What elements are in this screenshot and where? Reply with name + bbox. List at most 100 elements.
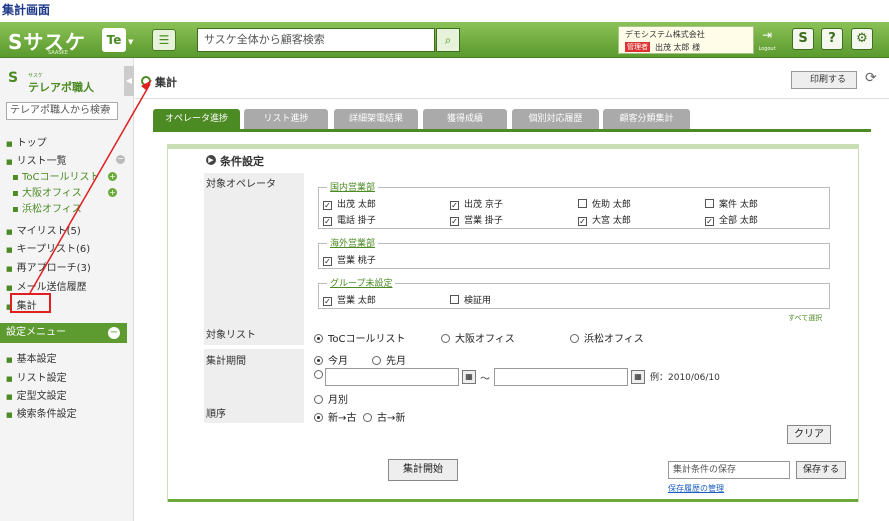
operator-checkbox[interactable]: ✓ 営業 太郎 — [323, 293, 376, 306]
help-icon[interactable]: ? — [821, 28, 843, 50]
highlight-annotation — [10, 293, 51, 313]
sidebar-logo-title: テレアポ職人 — [28, 81, 94, 94]
page-title: 集計 — [155, 76, 177, 89]
conditions-title: 条件設定 — [220, 155, 264, 168]
sidebar-item-basic-settings[interactable]: ■ 基本設定 — [6, 350, 57, 365]
s-icon[interactable]: S — [792, 28, 814, 50]
panel-bottom-border — [168, 499, 858, 502]
company-name: デモシステム株式会社 — [625, 30, 705, 39]
sidebar-item-template-settings[interactable]: ■ 定型文設定 — [6, 387, 67, 402]
sidebar-search-input[interactable]: テレアポ職人から検索 — [6, 102, 118, 120]
sidebar-item-keep-list[interactable]: ■ キープリスト(6) — [6, 240, 90, 255]
operator-checkbox[interactable]: 案件 太郎 — [705, 197, 758, 210]
sidebar-item-list-index[interactable]: ■ リスト一覧 — [6, 152, 67, 167]
operator-checkbox[interactable]: ✓ 営業 桃子 — [323, 253, 376, 266]
sidebar-logo-sub: サスケ — [28, 73, 43, 79]
add-icon[interactable]: + — [108, 172, 117, 181]
calendar-icon[interactable]: ▦ — [631, 370, 645, 384]
search-icon[interactable]: ⌕ — [106, 104, 111, 114]
clear-button[interactable]: クリア — [787, 425, 831, 444]
user-name: 出茂 太郎 様 — [655, 43, 701, 52]
sidebar-item-toc-call-list[interactable]: ▪ ToCコールリスト — [12, 168, 99, 183]
date-example: 例：2010/06/10 — [650, 373, 720, 383]
order-radio[interactable]: 古→新 — [363, 409, 405, 424]
save-history-link[interactable]: 保存履歴の管理 — [668, 483, 724, 494]
operator-checkbox[interactable]: 検証用 — [450, 293, 491, 306]
operator-checkbox[interactable]: ✓ 出茂 太郎 — [323, 197, 376, 210]
sidebar-item-top[interactable]: ■ トップ — [6, 134, 47, 149]
sidebar-collapse-button[interactable]: ◀ — [124, 66, 134, 96]
operator-checkbox[interactable]: ✓ 大宮 太郎 — [578, 213, 631, 226]
sidebar-item-mail-history[interactable]: ■ メール送信履歴 — [6, 278, 87, 293]
operator-label: 対象オペレータ — [204, 173, 304, 327]
start-aggregation-button[interactable]: 集計開始 — [388, 459, 458, 481]
operator-checkbox[interactable]: ✓ 全部 太郎 — [705, 213, 758, 226]
sidebar-item-reapproach[interactable]: ■ 再アプローチ(3) — [6, 259, 91, 274]
app-logo[interactable]: Sサスケ — [8, 26, 86, 55]
operator-group: 国内営業部 ✓ 出茂 太郎 ✓ 出茂 京子 佐助 太郎 案件 太郎 ✓ 電話 掛子 ✓… — [318, 180, 830, 229]
range-tilde: ～ — [480, 374, 490, 385]
end-date-input[interactable] — [494, 368, 628, 386]
logout-label[interactable]: Logout — [754, 46, 780, 52]
select-all-link[interactable]: すべて選択 — [788, 313, 822, 323]
collapse-icon[interactable]: − — [108, 327, 120, 339]
global-search-input[interactable]: サスケ全体から顧客検索 — [197, 28, 435, 52]
list-radio[interactable]: 浜松オフィス — [570, 330, 644, 345]
user-info-box: デモシステム株式会社 管理者 出茂 太郎 様 — [618, 26, 754, 54]
add-icon[interactable]: + — [108, 188, 117, 197]
role-badge: 管理者 — [625, 42, 650, 52]
main-content: 集計 印刷する ⟳ オペレータ進捗 リスト進捗 詳細架電結果 獲得成績 個別対応… — [135, 58, 889, 521]
print-button[interactable]: 印刷する — [791, 71, 857, 89]
top-bar: Sサスケ SAASKE Te ▼ ☰ サスケ全体から顧客検索 ⌕ デモシステム株… — [0, 22, 889, 58]
sidebar: S サスケ テレアポ職人 ◀ テレアポ職人から検索 ⌕ ■ トップ ■ リスト一覧 … — [0, 58, 134, 521]
sidebar-item-search-settings[interactable]: ■ 検索条件設定 — [6, 405, 77, 420]
sidebar-item-my-list[interactable]: ■ マイリスト(5) — [6, 222, 81, 237]
order-label: 順序 — [204, 407, 304, 423]
operator-checkbox[interactable]: 佐助 太郎 — [578, 197, 631, 210]
tab-list-progress[interactable]: リスト進捗 — [244, 109, 328, 129]
calendar-icon[interactable]: ▦ — [462, 370, 476, 384]
tab-call-details[interactable]: 詳細架電結果 — [334, 109, 418, 129]
operator-group: 海外営業部 ✓ 営業 桃子 — [318, 236, 830, 269]
chevron-down-icon[interactable]: ▼ — [128, 38, 133, 46]
tab-customer-class[interactable]: 顧客分類集計 — [603, 109, 690, 129]
app-logo-sub: SAASKE — [48, 50, 68, 56]
settings-icon[interactable]: ⚙ — [851, 28, 873, 50]
search-icon[interactable]: ⌕ — [436, 28, 460, 52]
list-radio[interactable]: ToCコールリスト — [314, 330, 406, 345]
teleapo-logo-icon: S — [8, 70, 19, 86]
target-list-label: 対象リスト — [204, 327, 304, 345]
group-title[interactable]: 国内営業部 — [327, 180, 379, 193]
panel-top-border — [168, 145, 858, 149]
tab-individual-history[interactable]: 個別対応履歴 — [512, 109, 599, 129]
refresh-icon[interactable]: ⟳ — [865, 70, 877, 86]
period-radio[interactable]: 月別 — [314, 391, 348, 406]
order-radio[interactable]: 新→古 — [314, 409, 356, 424]
te-app-button[interactable]: Te — [102, 28, 126, 52]
period-radio[interactable]: 今月 — [314, 352, 348, 367]
collapse-icon[interactable]: − — [116, 155, 125, 164]
tab-acquisition[interactable]: 獲得成績 — [423, 109, 507, 129]
operator-group: グループ未設定 ✓ 営業 太郎 検証用 — [318, 276, 830, 309]
group-title[interactable]: 海外営業部 — [327, 236, 379, 249]
operator-checkbox[interactable]: ✓ 営業 掛子 — [450, 213, 503, 226]
sidebar-item-hamamatsu-office[interactable]: ▪ 浜松オフィス — [12, 200, 82, 215]
tab-underline — [153, 129, 871, 132]
sidebar-item-osaka-office[interactable]: ▪ 大阪オフィス — [12, 184, 82, 199]
operator-checkbox[interactable]: ✓ 出茂 京子 — [450, 197, 503, 210]
period-label: 集計期間 — [204, 349, 304, 409]
operator-checkbox[interactable]: ✓ 電話 掛子 — [323, 213, 376, 226]
arrow-right-icon: ▶ — [206, 155, 216, 165]
sidebar-item-list-settings[interactable]: ■ リスト設定 — [6, 369, 67, 384]
period-radio[interactable]: 先月 — [372, 352, 406, 367]
divider — [135, 98, 889, 99]
start-date-input[interactable] — [325, 368, 459, 386]
tab-operator-progress[interactable]: オペレータ進捗 — [153, 109, 240, 129]
page-title-icon — [141, 76, 151, 86]
chat-icon[interactable]: ☰ — [152, 29, 176, 51]
list-radio[interactable]: 大阪オフィス — [441, 330, 515, 345]
save-conditions-input[interactable]: 集計条件の保存 — [668, 461, 790, 479]
save-button[interactable]: 保存する — [796, 461, 846, 479]
group-title[interactable]: グループ未設定 — [327, 276, 396, 289]
page-caption: 集計画面 — [2, 3, 51, 17]
